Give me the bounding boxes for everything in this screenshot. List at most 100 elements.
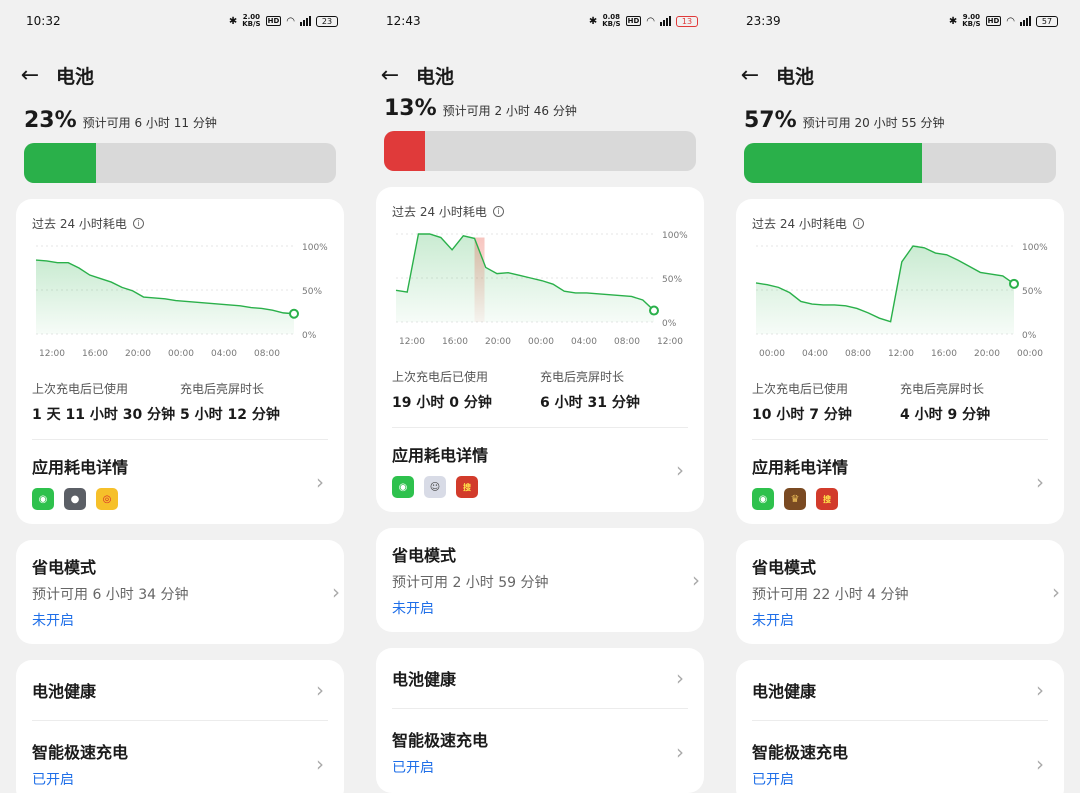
power-saving-mode[interactable]: 省电模式 预计可用 6 小时 34 分钟 未开启 › [16, 540, 344, 644]
battery-level-bar [744, 143, 1056, 183]
battery-estimate: 预计可用 20 小时 55 分钟 [802, 116, 945, 130]
usage-stat: 上次充电后已使用 10 小时 7 分钟 [752, 380, 900, 425]
usage-card: 过去 24 小时耗电 i 100% 50% 0% 00:00 04:00 08:00 12:00… [736, 199, 1064, 524]
battery-level-fill [384, 131, 425, 171]
x-tick-label: 12:00 [888, 349, 914, 359]
fast-charge-state: 已开启 [32, 772, 74, 788]
power-saving-state: 未开启 [392, 601, 434, 617]
app-usage-details-title: 应用耗电详情 [32, 458, 129, 477]
chevron-right-icon: › [332, 580, 340, 604]
battery-level-bar [384, 131, 696, 171]
divider [752, 720, 1048, 721]
battery-health-card: 电池健康 › 智能极速充电 已开启 › [376, 648, 704, 793]
battery-summary: 23% 预计可用 6 小时 11 分钟 [0, 108, 360, 133]
chevron-right-icon: › [316, 470, 324, 494]
y-tick-label: 0% [662, 319, 677, 329]
info-icon[interactable]: i [492, 206, 504, 217]
usage-stat-value: 19 小时 0 分钟 [392, 395, 492, 411]
info-icon[interactable]: i [132, 218, 144, 229]
y-tick-label: 50% [662, 275, 682, 285]
status-bar: 12:43 ✱ 0.08 KB/S HD ◠ 13 [360, 0, 720, 42]
usage-chart-title: 过去 24 小时耗电 [32, 217, 127, 231]
status-bar: 23:39 ✱ 9.00 KB/S HD ◠ 57 [720, 0, 1080, 42]
battery-health-title: 电池健康 [392, 670, 457, 689]
back-arrow-icon[interactable]: ← [378, 63, 402, 88]
usage-chart: 100% 50% 0% 12:00 16:00 20:00 00:00 04:00 08:00 [32, 242, 328, 370]
info-icon[interactable]: i [852, 218, 864, 229]
net-speed: 2.00 KB/S [242, 14, 260, 28]
x-tick-label: 04:00 [802, 349, 828, 359]
x-tick-label: 08:00 [254, 349, 280, 359]
usage-card: 过去 24 小时耗电 i 100% 50% 0% 12:00 16:00 20:00 00:00… [376, 187, 704, 512]
x-tick-label: 12:00 [39, 349, 65, 359]
usage-area [756, 246, 1014, 334]
wechat-icon: ◉ [752, 488, 774, 510]
signal-icon [300, 16, 311, 26]
y-tick-label: 100% [1022, 243, 1048, 253]
power-saving-mode[interactable]: 省电模式 预计可用 2 小时 59 分钟 未开启 › [376, 528, 704, 632]
power-saving-mode[interactable]: 省电模式 预计可用 22 小时 4 分钟 未开启 › [736, 540, 1064, 644]
usage-stat-value: 5 小时 12 分钟 [180, 407, 280, 423]
battery-percent: 23% [24, 108, 77, 133]
app-usage-details-link[interactable]: 应用耗电详情 ◉ ♛ 搜 › [752, 454, 1048, 510]
current-level-dot [1009, 278, 1019, 289]
net-speed: 9.00 KB/S [962, 14, 980, 28]
back-arrow-icon[interactable]: ← [18, 63, 42, 88]
x-tick-label: 20:00 [485, 337, 511, 347]
fast-charge-title: 智能极速充电 [32, 743, 129, 762]
status-icons: ✱ 0.08 KB/S HD ◠ 13 [589, 14, 698, 28]
usage-card: 过去 24 小时耗电 i 100% 50% 0% 12:00 16:00 20:00 00:00… [16, 199, 344, 524]
weibo-icon: ◎ [96, 488, 118, 510]
page-title: 电池 [776, 65, 815, 88]
usage-stat: 上次充电后已使用 19 小时 0 分钟 [392, 368, 540, 413]
x-tick-label: 00:00 [528, 337, 554, 347]
divider [392, 708, 688, 709]
chevron-right-icon: › [692, 568, 700, 592]
hd-icon: HD [265, 16, 282, 26]
power-saving-estimate: 预计可用 2 小时 59 分钟 [392, 575, 549, 591]
x-tick-label: 16:00 [82, 349, 108, 359]
x-tick-label: 16:00 [442, 337, 468, 347]
sogou-game-icon: 搜 [456, 476, 478, 498]
battery-icon: 57 [1036, 15, 1058, 27]
current-level-dot [649, 305, 659, 316]
x-tick-label: 12:00 [399, 337, 425, 347]
app-usage-details-link[interactable]: 应用耗电详情 ◉ ● ◎ › [32, 454, 328, 510]
usage-stat: 上次充电后已使用 1 天 11 小时 30 分钟 [32, 380, 180, 425]
fast-charge-link[interactable]: 智能极速充电 已开启 › [32, 735, 328, 793]
net-speed-unit: KB/S [962, 20, 981, 28]
app-usage-details-title: 应用耗电详情 [752, 458, 849, 477]
fast-charge-title: 智能极速充电 [392, 731, 489, 750]
status-icons: ✱ 2.00 KB/S HD ◠ 23 [229, 14, 338, 28]
app-bar: ← 电池 [0, 42, 360, 108]
usage-chart-header: 过去 24 小时耗电 i [752, 215, 1048, 232]
fast-charge-link[interactable]: 智能极速充电 已开启 › [392, 723, 688, 781]
status-time: 10:32 [26, 14, 61, 28]
battery-health-title: 电池健康 [32, 682, 97, 701]
x-tick-label: 04:00 [211, 349, 237, 359]
x-tick-label: 08:00 [845, 349, 871, 359]
usage-stat-label: 上次充电后已使用 [392, 370, 489, 384]
usage-stat-value: 4 小时 9 分钟 [900, 407, 991, 423]
battery-summary: 13% 预计可用 2 小时 46 分钟 [360, 96, 720, 121]
anime-game-icon: ☺ [424, 476, 446, 498]
divider [32, 720, 328, 721]
usage-chart: 100% 50% 0% 12:00 16:00 20:00 00:00 04:00 08:00 1… [392, 230, 688, 358]
fast-charge-title: 智能极速充电 [752, 743, 849, 762]
page-title: 电池 [56, 65, 95, 88]
battery-health-link[interactable]: 电池健康 › [32, 674, 328, 706]
app-usage-details-link[interactable]: 应用耗电详情 ◉ ☺ 搜 › [392, 442, 688, 498]
signal-icon [660, 16, 671, 26]
chevron-right-icon: › [316, 678, 324, 702]
fast-charge-link[interactable]: 智能极速充电 已开启 › [752, 735, 1048, 793]
wifi-icon: ◠ [646, 15, 655, 27]
battery-health-link[interactable]: 电池健康 › [752, 674, 1048, 706]
power-saving-title: 省电模式 [32, 558, 97, 577]
battery-estimate: 预计可用 2 小时 46 分钟 [442, 104, 577, 118]
wifi-icon: ◠ [286, 15, 295, 27]
usage-stats: 上次充电后已使用 10 小时 7 分钟 充电后亮屏时长 4 小时 9 分钟 [752, 380, 1048, 425]
battery-health-link[interactable]: 电池健康 › [392, 662, 688, 694]
back-arrow-icon[interactable]: ← [738, 63, 762, 88]
phone-screen-2: 12:43 ✱ 0.08 KB/S HD ◠ 13 ← 电池 13% 预计可用 2 小时 46 分钟… [360, 0, 720, 793]
sogou-game-icon: 搜 [816, 488, 838, 510]
